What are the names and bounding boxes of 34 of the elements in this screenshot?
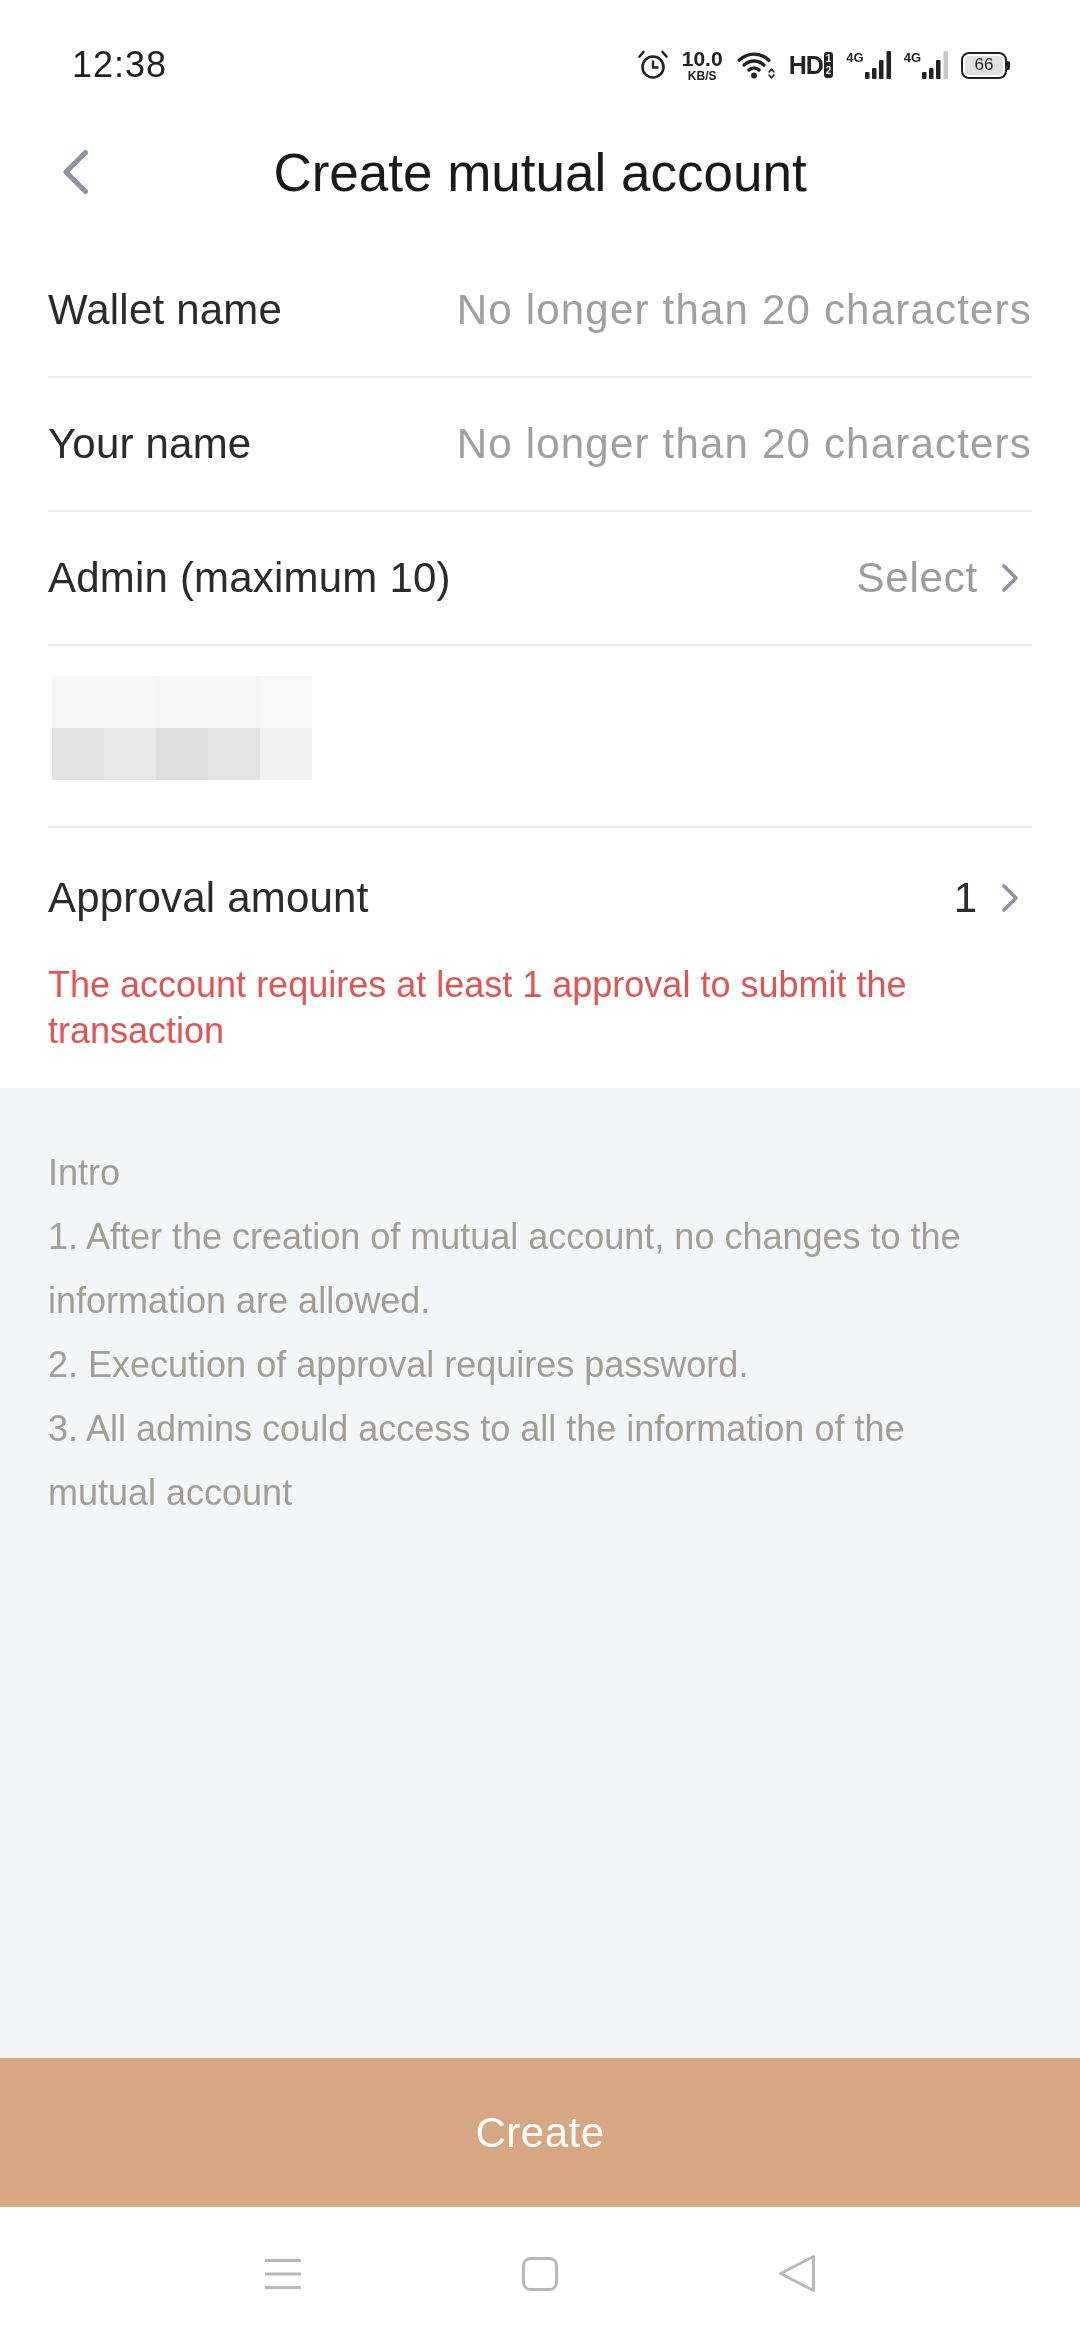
home-square-icon[interactable] [522,2256,558,2291]
field-label: Wallet name [48,286,283,334]
intro-paragraph: 3. All admins could access to all the information of the mutual account [48,1407,906,1515]
menu-icon[interactable] [265,2258,301,2289]
field-label: Your name [48,420,252,468]
triangle-back-icon[interactable] [778,2254,816,2293]
sim-slot-label: 2 [825,65,832,77]
alarm-clock-icon [636,50,669,80]
network-type-label: 4G [846,51,864,64]
picker-control[interactable]: 1 [953,874,1032,922]
intro-heading: Intro [48,1151,122,1195]
chevron-right-icon [1000,563,1020,593]
hd-label: HD [788,52,823,78]
field-label: Admin (maximum 10) [48,554,451,602]
sim-slot-label: 1 [825,53,832,65]
intro-paragraph: 1. After the creation of mutual account, no changes to the information are allowed. [48,1215,962,1323]
text-input[interactable]: No longer than 20 characters [271,412,1032,476]
signal-bars-icon [922,51,948,79]
intro-paragraph: 2. Execution of approval requires password. [48,1343,750,1387]
page-title: Create mutual account [272,141,808,203]
chevron-right-icon [1000,883,1020,913]
network-speed: 10.0 [681,48,723,69]
error-message: The account requires at least 1 approval to submit the transaction [48,963,908,1053]
create-button[interactable]: Create [0,2058,1080,2207]
battery-indicator: 66 [961,51,1010,79]
wifi-icon [735,50,776,80]
speed-unit: KB/S [687,70,717,82]
signal-bars-icon [864,51,891,79]
back-icon[interactable] [61,149,89,195]
text-input[interactable]: No longer than 20 characters [302,278,1032,342]
field-label: Approval amount [48,874,369,922]
status-time: 12:38 [72,44,168,86]
network-type-label: 4G [903,51,921,64]
picker-control[interactable]: Select [856,554,1032,602]
